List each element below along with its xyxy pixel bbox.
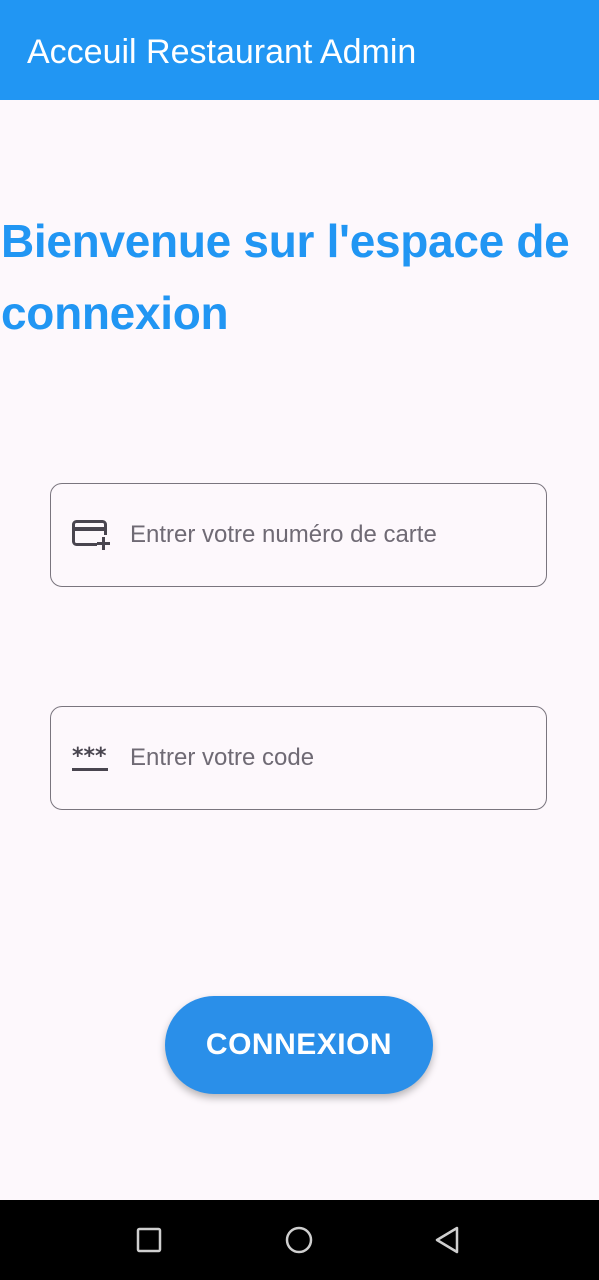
connect-button[interactable]: CONNEXION: [165, 996, 433, 1094]
svg-text:***: ***: [72, 744, 107, 769]
welcome-heading: Bienvenue sur l'espace de connexion: [1, 215, 570, 339]
card-number-input[interactable]: [130, 484, 530, 586]
circle-icon[interactable]: [280, 1220, 320, 1260]
password-icon: ***: [71, 741, 111, 777]
credit-card-add-icon: [71, 518, 111, 554]
card-number-field[interactable]: [50, 483, 547, 587]
system-navigation-bar: [0, 1200, 599, 1280]
square-icon[interactable]: [130, 1220, 170, 1260]
code-field[interactable]: ***: [50, 706, 547, 810]
app-bar-title: Acceuil Restaurant Admin: [27, 33, 417, 71]
app-bar: Acceuil Restaurant Admin: [0, 0, 599, 100]
triangle-back-icon[interactable]: [428, 1220, 468, 1260]
code-input[interactable]: [130, 707, 530, 809]
